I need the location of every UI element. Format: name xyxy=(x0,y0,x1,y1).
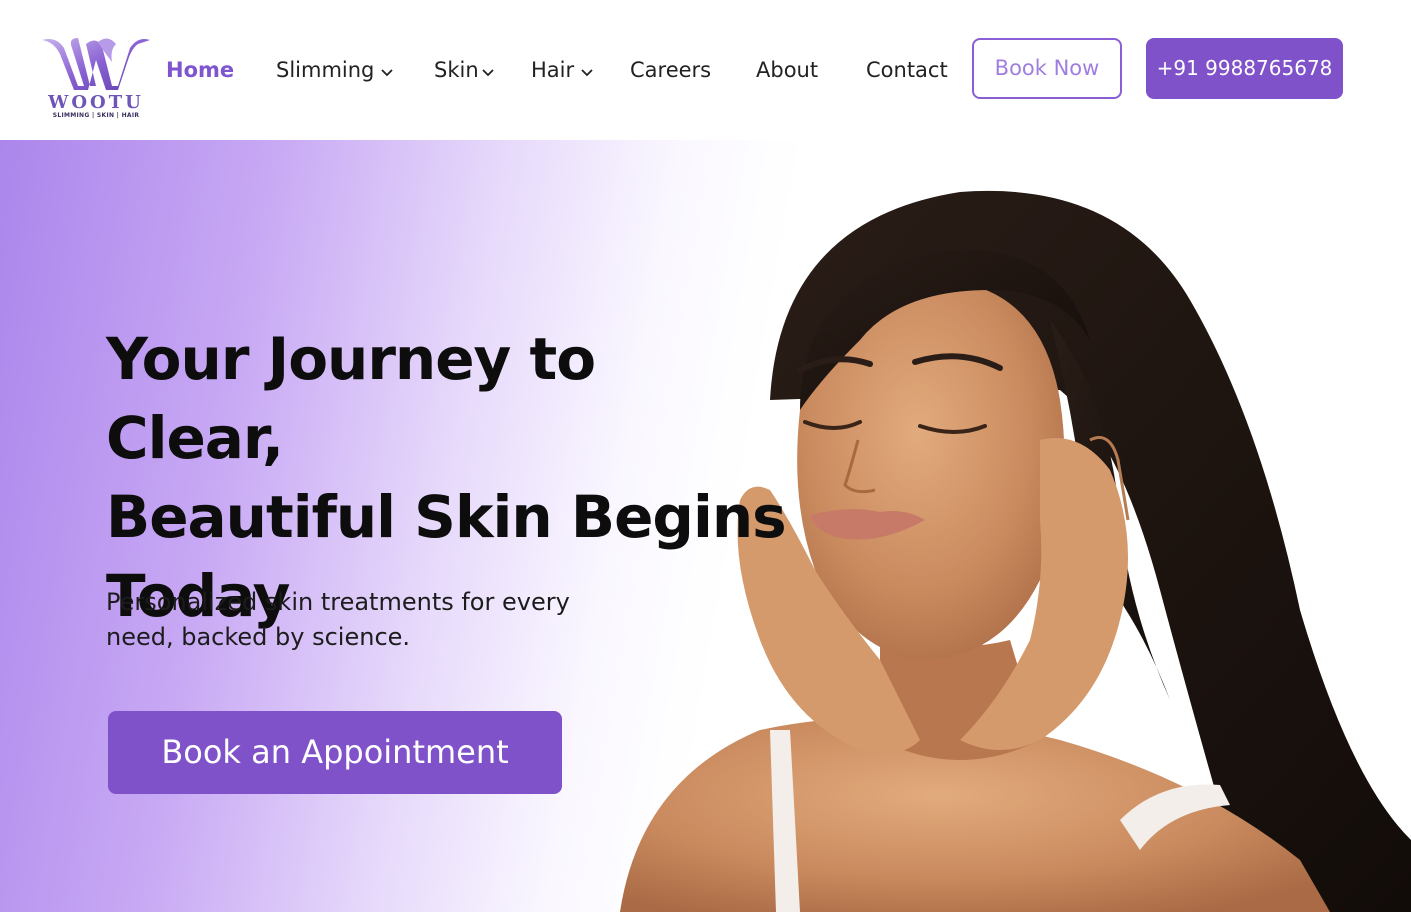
chevron-down-icon xyxy=(380,56,394,86)
nav-skin-label: Skin xyxy=(434,58,479,82)
brand-logo[interactable]: WOOTU SLIMMING | SKIN | HAIR xyxy=(38,34,156,124)
hero-headline-line-1: Your Journey to Clear, xyxy=(106,325,596,472)
nav-contact-label: Contact xyxy=(866,58,948,82)
nav-slimming-label: Slimming xyxy=(276,58,375,82)
book-now-button[interactable]: Book Now xyxy=(972,38,1122,99)
wootu-logo-mark-icon xyxy=(42,38,150,90)
site-header: WOOTU SLIMMING | SKIN | HAIR Home Slimmi… xyxy=(0,0,1411,140)
chevron-down-icon xyxy=(580,56,594,86)
nav-about[interactable]: About xyxy=(756,55,818,85)
nav-careers[interactable]: Careers xyxy=(630,55,711,85)
hero-subtitle-line-2: need, backed by science. xyxy=(106,623,411,651)
nav-contact[interactable]: Contact xyxy=(866,55,948,85)
brand-wordmark: WOOTU xyxy=(48,92,144,113)
phone-call-button[interactable]: +91 9988765678 xyxy=(1146,38,1343,99)
nav-hair-label: Hair xyxy=(531,58,575,82)
nav-slimming[interactable]: Slimming xyxy=(276,55,394,85)
hero-subtitle-line-1: Personalized skin treatments for every xyxy=(106,588,570,616)
hero-subtitle: Personalized skin treatments for every n… xyxy=(106,585,626,655)
hero-headline-line-2: Beautiful Skin Begins xyxy=(106,483,787,551)
nav-skin[interactable]: Skin xyxy=(434,55,495,85)
nav-about-label: About xyxy=(756,58,819,82)
nav-hair[interactable]: Hair xyxy=(531,55,594,85)
brand-tagline: SLIMMING | SKIN | HAIR xyxy=(52,112,140,119)
book-appointment-button[interactable]: Book an Appointment xyxy=(108,711,562,794)
chevron-down-icon xyxy=(481,56,495,86)
hero-section: Your Journey to Clear, Beautiful Skin Be… xyxy=(0,140,1411,912)
nav-careers-label: Careers xyxy=(630,58,712,82)
nav-home[interactable]: Home xyxy=(166,55,234,85)
nav-home-label: Home xyxy=(166,58,235,82)
